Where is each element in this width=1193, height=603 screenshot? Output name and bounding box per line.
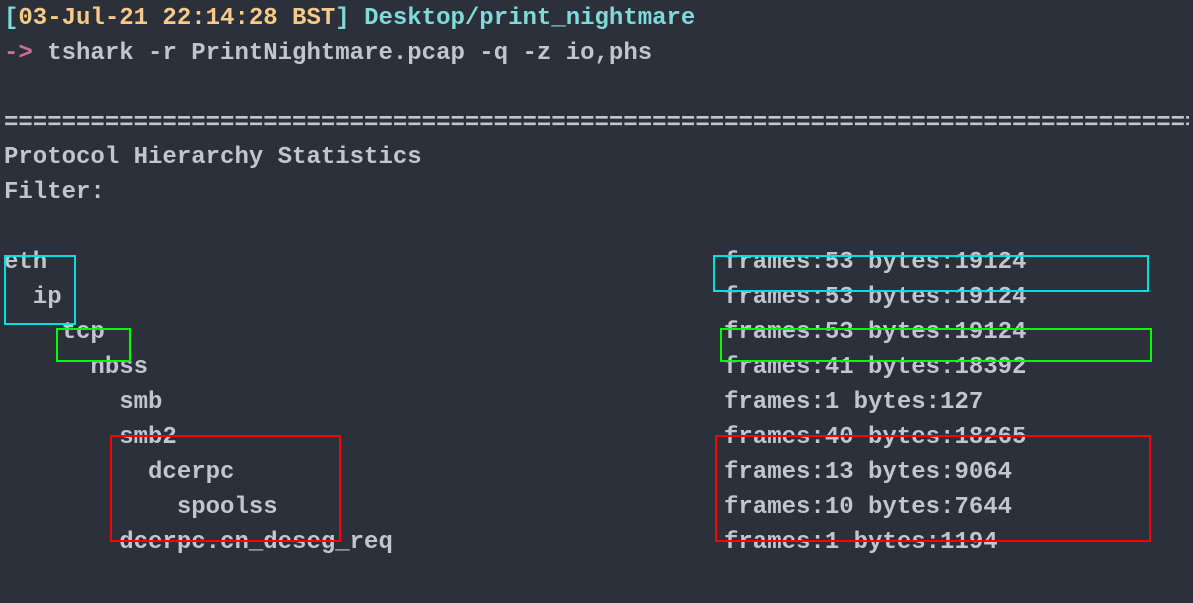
protocol-stats: frames:1 bytes:127 [724,386,983,421]
protocol-stats: frames:40 bytes:18265 [724,421,1026,456]
protocol-row: dcerpc.cn_deseg_reqframes:1 bytes:1194 [4,526,1189,561]
stats-title: Protocol Hierarchy Statistics [4,141,1189,176]
protocol-stats: frames:13 bytes:9064 [724,456,1012,491]
protocol-name: nbss [4,351,724,386]
blank-line [4,72,1189,107]
protocol-name: dcerpc.cn_deseg_req [4,526,724,561]
filter-label: Filter: [4,176,1189,211]
protocol-name: smb [4,386,724,421]
blank-line [4,211,1189,246]
protocol-name: ip [4,281,724,316]
prompt-arrow: -> [4,40,33,67]
protocol-stats: frames:1 bytes:1194 [724,526,998,561]
protocol-rows: ethframes:53 bytes:19124 ipframes:53 byt… [4,246,1189,561]
protocol-row: spoolssframes:10 bytes:7644 [4,491,1189,526]
protocol-stats: frames:53 bytes:19124 [724,281,1026,316]
protocol-row: nbssframes:41 bytes:18392 [4,351,1189,386]
protocol-row: smbframes:1 bytes:127 [4,386,1189,421]
protocol-name: smb2 [4,421,724,456]
protocol-stats: frames:53 bytes:19124 [724,316,1026,351]
prompt-open-bracket: [ [4,5,18,32]
protocol-row: tcpframes:53 bytes:19124 [4,316,1189,351]
protocol-stats: frames:10 bytes:7644 [724,491,1012,526]
protocol-stats: frames:41 bytes:18392 [724,351,1026,386]
protocol-name: dcerpc [4,456,724,491]
protocol-name: eth [4,246,724,281]
prompt-separator [33,40,47,67]
prompt-timestamp: 03-Jul-21 22:14:28 BST [18,5,335,32]
prompt-path: Desktop/print_nightmare [350,5,696,32]
protocol-stats: frames:53 bytes:19124 [724,246,1026,281]
command-line: -> tshark -r PrintNightmare.pcap -q -z i… [4,37,1189,72]
protocol-row: smb2frames:40 bytes:18265 [4,421,1189,456]
protocol-row: dcerpcframes:13 bytes:9064 [4,456,1189,491]
protocol-name: spoolss [4,491,724,526]
protocol-row: ipframes:53 bytes:19124 [4,281,1189,316]
terminal-output: [03-Jul-21 22:14:28 BST] Desktop/print_n… [4,2,1189,561]
prompt-close-bracket: ] [335,5,349,32]
horizontal-rule: ========================================… [4,107,1189,142]
command-text: tshark -r PrintNightmare.pcap -q -z io,p… [47,40,652,67]
protocol-name: tcp [4,316,724,351]
prompt-line: [03-Jul-21 22:14:28 BST] Desktop/print_n… [4,2,1189,37]
protocol-row: ethframes:53 bytes:19124 [4,246,1189,281]
